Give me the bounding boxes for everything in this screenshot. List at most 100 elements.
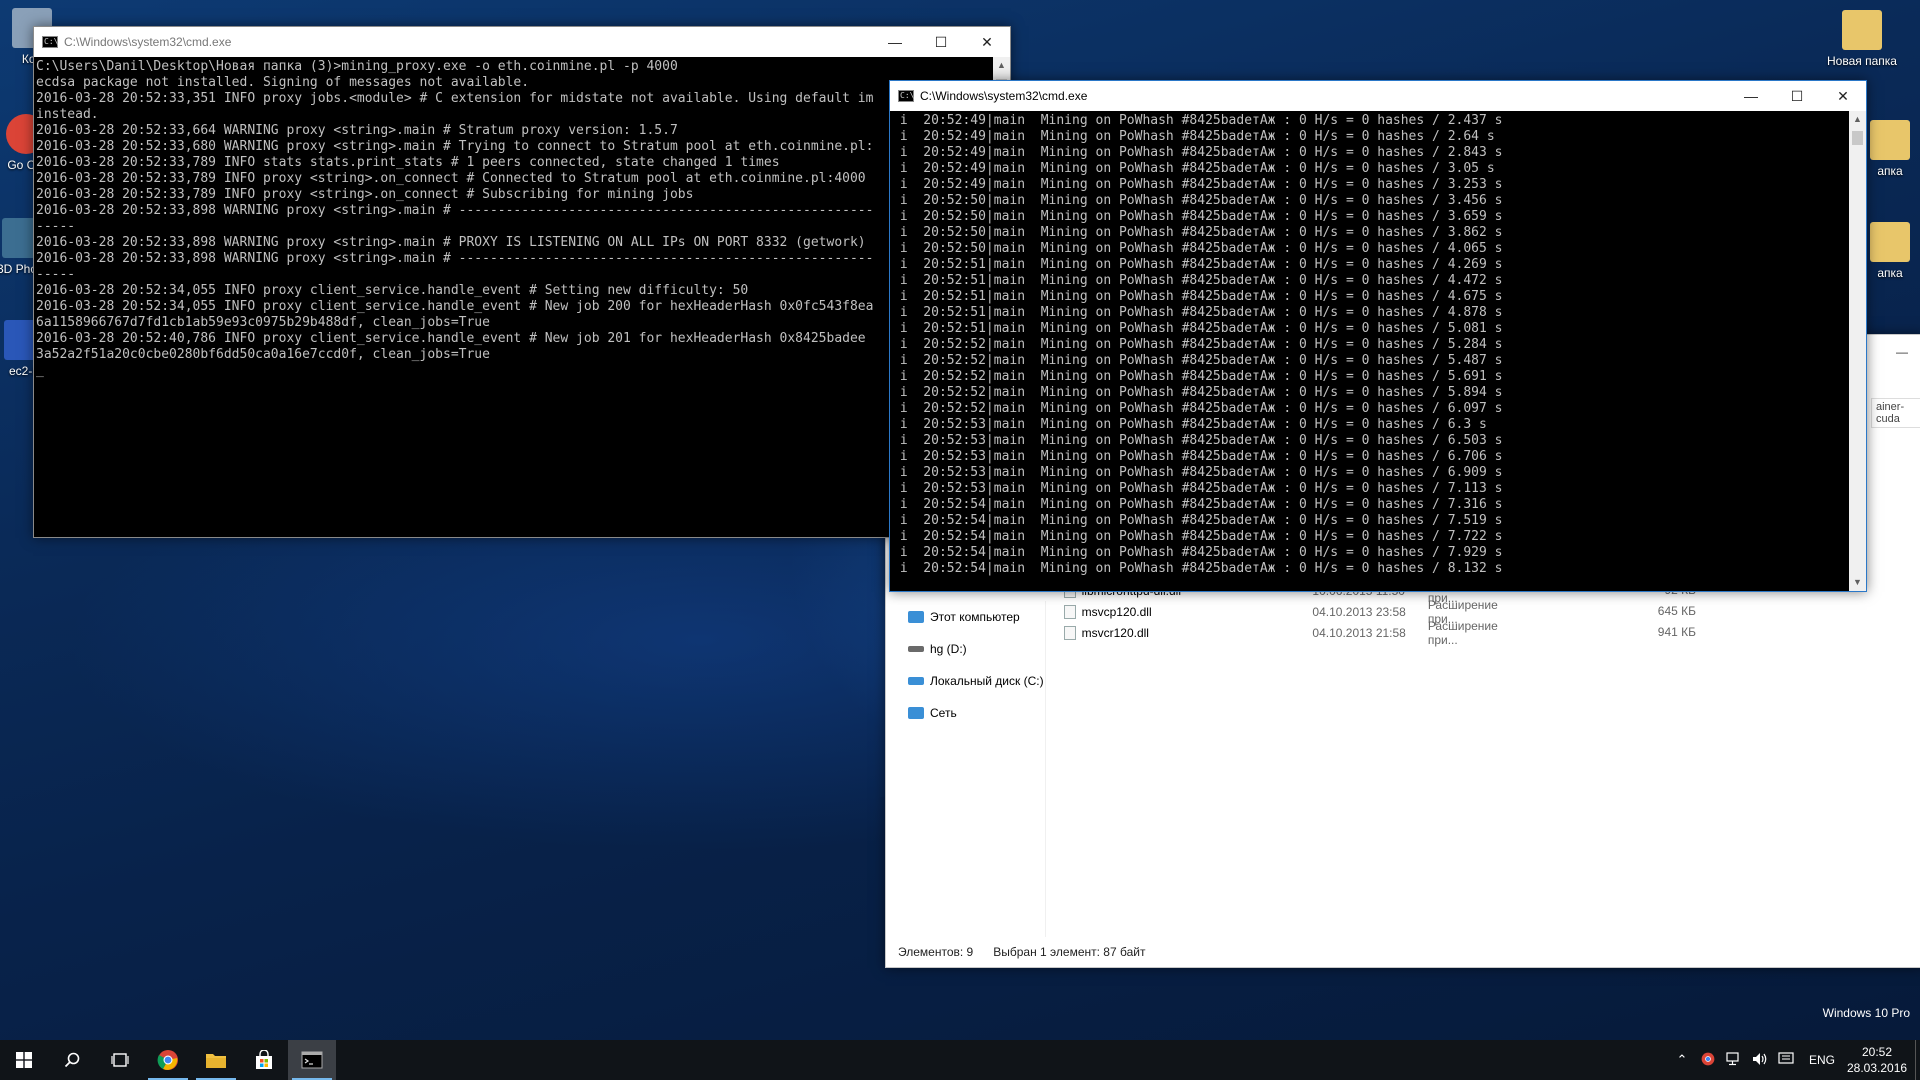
cmd-icon (301, 1051, 323, 1069)
nav-item-this-pc[interactable]: Этот компьютер (886, 601, 1045, 633)
console-line: i 20:52:54|main Mining on PoWhash #8425b… (892, 561, 1503, 576)
file-size: 941 КБ (1657, 625, 1696, 639)
console-line: 6a1158966767d7fd1cb1ab59e93c0975b29b488d… (36, 315, 490, 330)
taskbar: ⌃ ENG 20:52 28.03.2016 (0, 1040, 1920, 1080)
action-center-icon[interactable] (1773, 1051, 1799, 1069)
console-line: _ (36, 363, 44, 378)
drive-icon (908, 646, 924, 652)
scroll-down-icon[interactable]: ▼ (1849, 574, 1866, 591)
cmd-front-console-output[interactable]: i 20:52:49|main Mining on PoWhash #8425b… (890, 111, 1849, 591)
taskbar-app-chrome[interactable] (144, 1040, 192, 1080)
taskbar-app-store[interactable] (240, 1040, 288, 1080)
computer-icon (908, 611, 924, 623)
minimize-button[interactable]: — (1728, 81, 1774, 111)
minimize-button[interactable]: — (872, 27, 918, 57)
explorer-minimize-icon[interactable]: — (1896, 345, 1908, 359)
show-hidden-icons-chevron-up-icon[interactable]: ⌃ (1669, 1052, 1695, 1068)
console-line: i 20:52:49|main Mining on PoWhash #8425b… (892, 129, 1495, 144)
cmd-front-titlebar[interactable]: C:\ C:\Windows\system32\cmd.exe — ☐ ✕ (890, 81, 1866, 111)
console-line: i 20:52:49|main Mining on PoWhash #8425b… (892, 161, 1495, 176)
console-line: i 20:52:52|main Mining on PoWhash #8425b… (892, 401, 1503, 416)
maximize-button[interactable]: ☐ (1774, 81, 1820, 111)
nav-item-drive-c[interactable]: Локальный диск (C:) (886, 665, 1045, 697)
close-button[interactable]: ✕ (1820, 81, 1866, 111)
console-line: 2016-03-28 20:52:33,789 INFO stats stats… (36, 155, 780, 170)
console-line: i 20:52:53|main Mining on PoWhash #8425b… (892, 417, 1487, 432)
nav-item-label: Этот компьютер (930, 610, 1020, 624)
console-line: i 20:52:54|main Mining on PoWhash #8425b… (892, 529, 1503, 544)
explorer-status-bar: Элементов: 9 Выбран 1 элемент: 87 байт (886, 937, 1920, 967)
task-view-button[interactable] (96, 1040, 144, 1080)
file-size: 645 КБ (1657, 604, 1696, 618)
cmd-front-scrollbar[interactable]: ▲ ▼ (1849, 111, 1866, 591)
console-line: ----- (36, 219, 76, 234)
close-button[interactable]: ✕ (964, 27, 1010, 57)
folder-icon (206, 1054, 226, 1068)
folder-icon (1870, 120, 1910, 160)
nav-item-label: Локальный диск (C:) (930, 674, 1044, 688)
input-language-indicator[interactable]: ENG (1809, 1053, 1835, 1067)
status-item-count: Элементов: 9 (898, 945, 974, 959)
console-line: i 20:52:52|main Mining on PoWhash #8425b… (892, 369, 1503, 384)
console-line: i 20:52:49|main Mining on PoWhash #8425b… (892, 145, 1503, 160)
file-type: Расширение при... (1427, 618, 1498, 647)
scroll-up-icon[interactable]: ▲ (1849, 111, 1866, 128)
console-line: i 20:52:50|main Mining on PoWhash #8425b… (892, 241, 1503, 256)
nav-item-network[interactable]: Сеть (886, 697, 1045, 729)
taskbar-app-cmd[interactable] (288, 1040, 336, 1080)
file-row[interactable]: msvcr120.dll 04.10.2013 21:58 Расширение… (1064, 619, 1524, 647)
cmd-back-titlebar[interactable]: C:\ C:\Windows\system32\cmd.exe — ☐ ✕ (34, 27, 1010, 57)
console-line: 2016-03-28 20:52:40,786 INFO proxy clien… (36, 331, 866, 346)
console-line: 2016-03-28 20:52:33,789 INFO proxy <stri… (36, 171, 866, 186)
nav-item-label: hg (D:) (930, 642, 967, 656)
window-title: C:\Windows\system32\cmd.exe (920, 89, 1088, 103)
network-monitor-icon (1726, 1051, 1739, 1065)
cmd-window-back[interactable]: C:\ C:\Windows\system32\cmd.exe — ☐ ✕ C:… (33, 26, 1011, 538)
nav-item-label: Сеть (930, 706, 957, 720)
taskbar-clock[interactable]: 20:52 28.03.2016 (1847, 1044, 1907, 1076)
search-button[interactable] (48, 1040, 96, 1080)
console-line: i 20:52:49|main Mining on PoWhash #8425b… (892, 113, 1503, 128)
file-name: msvcr120.dll (1081, 625, 1149, 640)
chrome-icon (157, 1050, 178, 1070)
network-icon[interactable] (1721, 1051, 1747, 1069)
desktop-icon-new-folder[interactable]: Новая папка (1820, 10, 1904, 68)
desktop-icon-label: Новая папка (1827, 54, 1897, 68)
start-button[interactable] (0, 1040, 48, 1080)
folder-icon (1870, 222, 1910, 262)
console-line: 3a52a2f51a20c0cbe0280bf6dd50ca0a16e7ccd0… (36, 347, 490, 362)
console-line: i 20:52:54|main Mining on PoWhash #8425b… (892, 513, 1503, 528)
scroll-up-icon[interactable]: ▲ (993, 57, 1010, 74)
scroll-thumb[interactable] (1852, 131, 1863, 145)
console-line: ----- (36, 267, 76, 282)
console-line: i 20:52:54|main Mining on PoWhash #8425b… (892, 545, 1503, 560)
console-line: i 20:52:51|main Mining on PoWhash #8425b… (892, 257, 1503, 272)
console-line: i 20:52:51|main Mining on PoWhash #8425b… (892, 289, 1503, 304)
cmd-window-front[interactable]: C:\ C:\Windows\system32\cmd.exe — ☐ ✕ i … (889, 80, 1867, 592)
search-icon (64, 1052, 80, 1068)
taskbar-app-explorer[interactable] (192, 1040, 240, 1080)
nav-item-drive-d[interactable]: hg (D:) (886, 633, 1045, 665)
maximize-button[interactable]: ☐ (918, 27, 964, 57)
dll-file-icon (1064, 625, 1076, 640)
explorer-navigation-pane: Этот компьютер hg (D:) Локальный диск (C… (886, 601, 1046, 937)
status-selection: Выбран 1 элемент: 87 байт (993, 945, 1146, 959)
file-date: 04.10.2013 21:58 (1312, 625, 1406, 640)
speaker-icon (1752, 1052, 1767, 1065)
chrome-tray-icon[interactable] (1695, 1052, 1721, 1069)
console-line: 2016-03-28 20:52:33,898 WARNING proxy <s… (36, 203, 874, 218)
network-icon (908, 707, 924, 719)
cmd-back-console-output[interactable]: C:\Users\Danil\Desktop\Новая папка (3)>m… (34, 57, 993, 537)
message-icon (1778, 1051, 1794, 1064)
console-line: i 20:52:49|main Mining on PoWhash #8425b… (892, 177, 1503, 192)
store-icon (256, 1050, 272, 1069)
folder-icon (1842, 10, 1882, 50)
console-line: instead. (36, 107, 99, 122)
console-line: 2016-03-28 20:52:33,898 WARNING proxy <s… (36, 251, 874, 266)
window-title: C:\Windows\system32\cmd.exe (64, 35, 232, 49)
task-view-icon (111, 1053, 129, 1067)
volume-icon[interactable] (1747, 1052, 1773, 1069)
console-line: i 20:52:52|main Mining on PoWhash #8425b… (892, 337, 1503, 352)
system-tray: ⌃ ENG 20:52 28.03.2016 (1669, 1040, 1920, 1080)
show-desktop-button[interactable] (1915, 1040, 1920, 1080)
